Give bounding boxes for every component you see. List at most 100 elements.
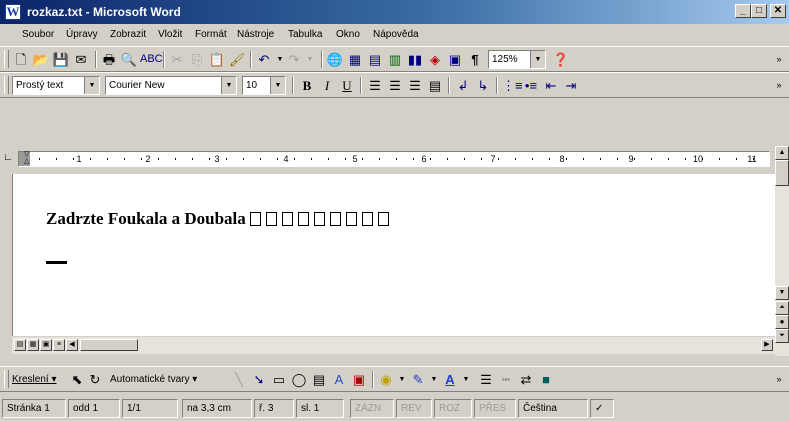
toolbar-grip[interactable] (4, 76, 9, 94)
scroll-thumb[interactable] (775, 160, 789, 186)
format-painter-icon[interactable]: 🖌 (228, 51, 246, 68)
increase-indent-icon[interactable]: ⇥ (562, 77, 580, 94)
clip-art-icon[interactable]: ▣ (350, 371, 368, 388)
chevron-down-icon[interactable]: ▼ (457, 371, 475, 388)
help-icon[interactable]: ❓ (552, 51, 570, 68)
arrow-icon[interactable]: ➘ (250, 371, 268, 388)
chevron-down-icon[interactable]: ▼ (270, 77, 285, 94)
justify-icon[interactable]: ▤ (426, 77, 444, 94)
status-ovr[interactable]: PŘES (474, 399, 516, 418)
horizontal-ruler[interactable]: ▽ △ 1 2 3 4 5 6 7 8 9 10 11 (18, 151, 770, 167)
document-heading[interactable]: Zadrzte Foukala a Doubala (46, 208, 394, 230)
align-left-icon[interactable]: ☰ (366, 77, 384, 94)
browse-object-icon[interactable]: ● (775, 315, 789, 329)
draw-menu-button[interactable]: Kreslení ▾ (12, 373, 56, 387)
open-icon[interactable]: 📂 (32, 51, 50, 68)
dash-style-icon[interactable]: ┅ (497, 371, 515, 388)
vertical-scrollbar[interactable]: ▲ ▼ ⏶ ● ⏷ (775, 146, 789, 356)
scroll-right-icon[interactable]: ▶ (761, 339, 773, 351)
drawing-icon[interactable]: ◈ (426, 51, 444, 68)
line-style-icon[interactable]: ☰ (477, 371, 495, 388)
status-trk[interactable]: REV (396, 399, 432, 418)
print-icon[interactable]: 🖶 (100, 51, 118, 68)
close-button[interactable]: ✕ (770, 4, 786, 18)
next-page-icon[interactable]: ⏷ (775, 329, 789, 343)
print-layout-view-icon[interactable]: ▣ (40, 339, 52, 351)
print-preview-icon[interactable]: 🔍 (120, 51, 138, 68)
document-map-icon[interactable]: ▣ (446, 51, 464, 68)
toolbar-overflow-icon[interactable]: » (770, 77, 788, 94)
free-rotate-icon[interactable]: ↻ (86, 371, 104, 388)
menu-zobrazit[interactable]: Zobrazit (110, 28, 146, 42)
maximize-button[interactable]: □ (751, 4, 767, 18)
line-icon[interactable]: ╲ (230, 371, 248, 388)
align-right-icon[interactable]: ☰ (406, 77, 424, 94)
outline-view-icon[interactable]: ≡ (53, 339, 65, 351)
ltr-icon[interactable]: ↲ (454, 77, 472, 94)
arrow-style-icon[interactable]: ⇄ (517, 371, 535, 388)
scroll-up-icon[interactable]: ▲ (775, 146, 789, 160)
copy-icon[interactable]: ⎘ (188, 51, 206, 68)
paste-icon[interactable]: 📋 (208, 51, 226, 68)
toolbar-grip[interactable] (4, 50, 9, 68)
menu-soubor[interactable]: Soubor (22, 28, 54, 42)
menu-tabulka[interactable]: Tabulka (288, 28, 322, 42)
menu-format[interactable]: Formát (195, 28, 227, 42)
spelling-icon[interactable]: ABC (140, 51, 163, 68)
minimize-button[interactable]: _ (735, 4, 751, 18)
menu-napoveda[interactable]: Nápověda (373, 28, 419, 42)
tables-icon[interactable]: ▦ (346, 51, 364, 68)
chevron-down-icon[interactable]: ▼ (530, 51, 545, 68)
font-size-combo[interactable]: 10 ▼ (242, 76, 286, 95)
status-language[interactable]: Čeština (518, 399, 588, 418)
new-icon[interactable]: 🗋 (12, 51, 30, 68)
decrease-indent-icon[interactable]: ⇤ (542, 77, 560, 94)
toolbar-overflow-icon[interactable]: » (770, 371, 788, 388)
bold-button[interactable]: B (298, 77, 316, 94)
menu-upravy[interactable]: Úpravy (66, 28, 98, 42)
hyperlink-icon[interactable]: 🌐 (326, 51, 344, 68)
word-app-icon[interactable]: W (5, 4, 21, 20)
horizontal-scrollbar[interactable]: ▤ ▦ ▣ ≡ ◀ ▶ (12, 336, 775, 354)
hscroll-thumb[interactable] (80, 339, 138, 351)
insert-table-icon[interactable]: ▤ (366, 51, 384, 68)
status-rec[interactable]: ZÁZN (350, 399, 394, 418)
menu-vlozit[interactable]: Vložit (158, 28, 182, 42)
insert-excel-icon[interactable]: ▥ (386, 51, 404, 68)
select-objects-icon[interactable]: ⬉ (68, 371, 86, 388)
cut-icon[interactable]: ✂ (168, 51, 186, 68)
hanging-indent-marker[interactable]: △ (24, 158, 29, 165)
tab-selector[interactable]: ∟ (2, 151, 14, 165)
zoom-combo[interactable]: 125% ▼ (488, 50, 546, 69)
wordart-icon[interactable]: A (330, 371, 348, 388)
normal-view-icon[interactable]: ▤ (14, 339, 26, 351)
menu-okno[interactable]: Okno (336, 28, 360, 42)
web-layout-view-icon[interactable]: ▦ (27, 339, 39, 351)
rtl-icon[interactable]: ↳ (474, 77, 492, 94)
show-hide-icon[interactable]: ¶ (466, 51, 484, 68)
rectangle-icon[interactable]: ▭ (270, 371, 288, 388)
menu-nastroje[interactable]: Nástroje (237, 28, 274, 42)
status-ext[interactable]: ROZ (434, 399, 472, 418)
chevron-down-icon[interactable]: ▼ (84, 77, 99, 94)
save-icon[interactable]: 💾 (52, 51, 70, 68)
columns-icon[interactable]: ▮▮ (406, 51, 424, 68)
title-bar[interactable]: W rozkaz.txt - Microsoft Word _ □ ✕ (0, 0, 789, 24)
scroll-down-icon[interactable]: ▼ (775, 286, 789, 300)
toolbar-grip[interactable] (4, 370, 9, 388)
text-box-icon[interactable]: ▤ (310, 371, 328, 388)
bullets-icon[interactable]: •≡ (522, 77, 540, 94)
spelling-status-icon[interactable]: ✓ (590, 399, 614, 418)
redo-dropdown-icon[interactable]: ▼ (301, 51, 319, 68)
toolbar-overflow-icon[interactable]: » (770, 51, 788, 68)
underline-button[interactable]: U (338, 77, 356, 94)
align-center-icon[interactable]: ☰ (386, 77, 404, 94)
first-line-indent-marker[interactable]: ▽ (24, 151, 29, 158)
style-combo[interactable]: Prostý text ▼ (12, 76, 100, 95)
italic-button[interactable]: I (318, 77, 336, 94)
scroll-left-icon[interactable]: ◀ (66, 339, 78, 351)
document-area[interactable] (12, 174, 776, 336)
previous-page-icon[interactable]: ⏶ (775, 301, 789, 315)
autoshapes-menu-button[interactable]: Automatické tvary ▾ (110, 373, 197, 387)
chevron-down-icon[interactable]: ▼ (221, 77, 236, 94)
